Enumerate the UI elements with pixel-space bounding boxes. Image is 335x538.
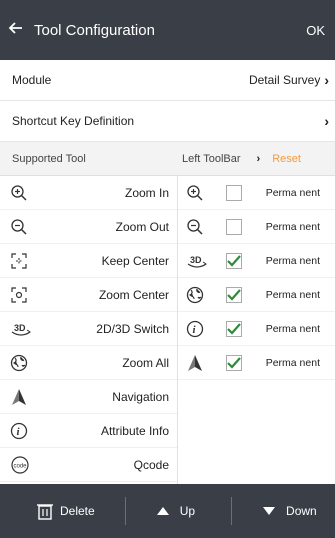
supported-tool-item[interactable]: 3D 2D/3D Switch [0, 312, 177, 346]
toolbar-item[interactable]: Perma nent [178, 278, 335, 312]
divider [124, 497, 126, 525]
qcode-icon: code [0, 455, 40, 474]
chevron-right-icon: › [324, 113, 329, 129]
permanent-status: Perma nent [265, 288, 320, 301]
permanent-status: Perma nent [265, 220, 320, 233]
triangle-up-icon [156, 506, 170, 516]
zoom-in-icon [178, 184, 214, 202]
page-title: Tool Configuration [34, 21, 155, 39]
bottom-action-bar: Delete Up Down [0, 484, 335, 538]
tool-name: 2D/3D Switch [96, 321, 169, 336]
supported-tool-heading: Supported Tool [12, 152, 86, 165]
3d-icon: 3D [0, 320, 40, 338]
shortcut-row[interactable]: Shortcut Key Definition › [0, 101, 335, 142]
tool-name: Attribute Info [100, 423, 169, 438]
up-button[interactable]: Up [156, 504, 195, 518]
left-toolbar-heading[interactable]: Left ToolBar [182, 153, 241, 165]
toolbar-checkbox[interactable] [226, 354, 242, 371]
toolbar-checkbox[interactable] [226, 286, 242, 303]
left-toolbar-list[interactable]: Perma nent Perma nent 3D Perma nent Perma ne… [178, 176, 335, 484]
keep-center-icon [0, 252, 40, 270]
zoom-in-icon [0, 184, 40, 202]
supported-tool-list[interactable]: Zoom In Zoom Out Keep Center Zoom Center 3D 2… [0, 176, 178, 484]
triangle-down-icon [262, 506, 276, 516]
supported-tool-item[interactable]: Zoom Out [0, 210, 177, 244]
tool-name: Zoom Center [98, 287, 169, 302]
toolbar-checkbox[interactable] [226, 252, 242, 269]
tool-name: Qcode [133, 457, 169, 472]
module-value: Detail Survey [248, 73, 321, 87]
svg-text:3D: 3D [14, 323, 26, 333]
tool-name: Navigation [112, 389, 169, 404]
info-icon: i [178, 320, 214, 338]
chevron-right-icon: › [324, 72, 329, 88]
back-arrow-icon[interactable] [8, 20, 34, 41]
up-label: Up [179, 504, 196, 518]
toolbar-item[interactable]: Perma nent [178, 176, 335, 210]
toolbar-item[interactable]: Perma nent [178, 210, 335, 244]
supported-tool-item[interactable]: Navigation [0, 380, 177, 414]
permanent-status: Perma nent [265, 186, 320, 199]
tool-name: Zoom Out [115, 219, 169, 234]
delete-button[interactable]: Delete [36, 501, 95, 521]
tool-list-header: Supported Tool Left ToolBar › Reset [0, 142, 335, 176]
3d-icon: 3D [178, 252, 214, 270]
supported-tool-item[interactable]: Zoom In [0, 176, 177, 210]
toolbar-item[interactable]: i Perma nent [178, 312, 335, 346]
module-label: Module [12, 73, 52, 87]
down-label: Down [286, 504, 317, 518]
ok-button[interactable]: OK [306, 23, 325, 38]
navigation-icon [178, 354, 214, 372]
zoom-out-icon [178, 218, 214, 236]
toolbar-item[interactable]: 3D Perma nent [178, 244, 335, 278]
toolbar-item[interactable]: Perma nent [178, 346, 335, 380]
toolbar-checkbox[interactable] [226, 184, 242, 201]
svg-text:i: i [17, 426, 21, 438]
divider [231, 497, 233, 525]
tool-name: Zoom In [124, 185, 169, 200]
info-icon: i [0, 422, 40, 440]
module-row[interactable]: Module Detail Survey › [0, 60, 335, 101]
globe-icon [0, 354, 40, 372]
zoom-center-icon [0, 286, 40, 304]
title-bar: Tool Configuration OK [0, 0, 335, 60]
supported-tool-item[interactable]: Zoom All [0, 346, 177, 380]
chevron-right-icon: › [256, 152, 261, 165]
delete-label: Delete [60, 504, 95, 518]
supported-tool-item[interactable]: Keep Center [0, 244, 177, 278]
toolbar-checkbox[interactable] [226, 320, 242, 337]
permanent-status: Perma nent [265, 254, 320, 267]
toolbar-checkbox[interactable] [226, 218, 242, 235]
reset-button[interactable]: Reset [272, 153, 301, 165]
trash-icon [36, 501, 54, 521]
svg-text:code: code [14, 463, 28, 469]
zoom-out-icon [0, 218, 40, 236]
shortcut-label: Shortcut Key Definition [12, 114, 135, 128]
tool-name: Keep Center [101, 253, 169, 268]
supported-tool-item[interactable]: Zoom Center [0, 278, 177, 312]
svg-text:i: i [193, 324, 197, 336]
permanent-status: Perma nent [265, 356, 320, 369]
navigation-icon [0, 388, 40, 406]
svg-text:3D: 3D [190, 255, 202, 265]
globe-icon [178, 286, 214, 304]
down-button[interactable]: Down [262, 504, 317, 518]
supported-tool-item[interactable]: i Attribute Info [0, 414, 177, 448]
supported-tool-item[interactable]: code Qcode [0, 448, 177, 482]
tool-name: Zoom All [122, 355, 169, 370]
permanent-status: Perma nent [265, 322, 320, 335]
